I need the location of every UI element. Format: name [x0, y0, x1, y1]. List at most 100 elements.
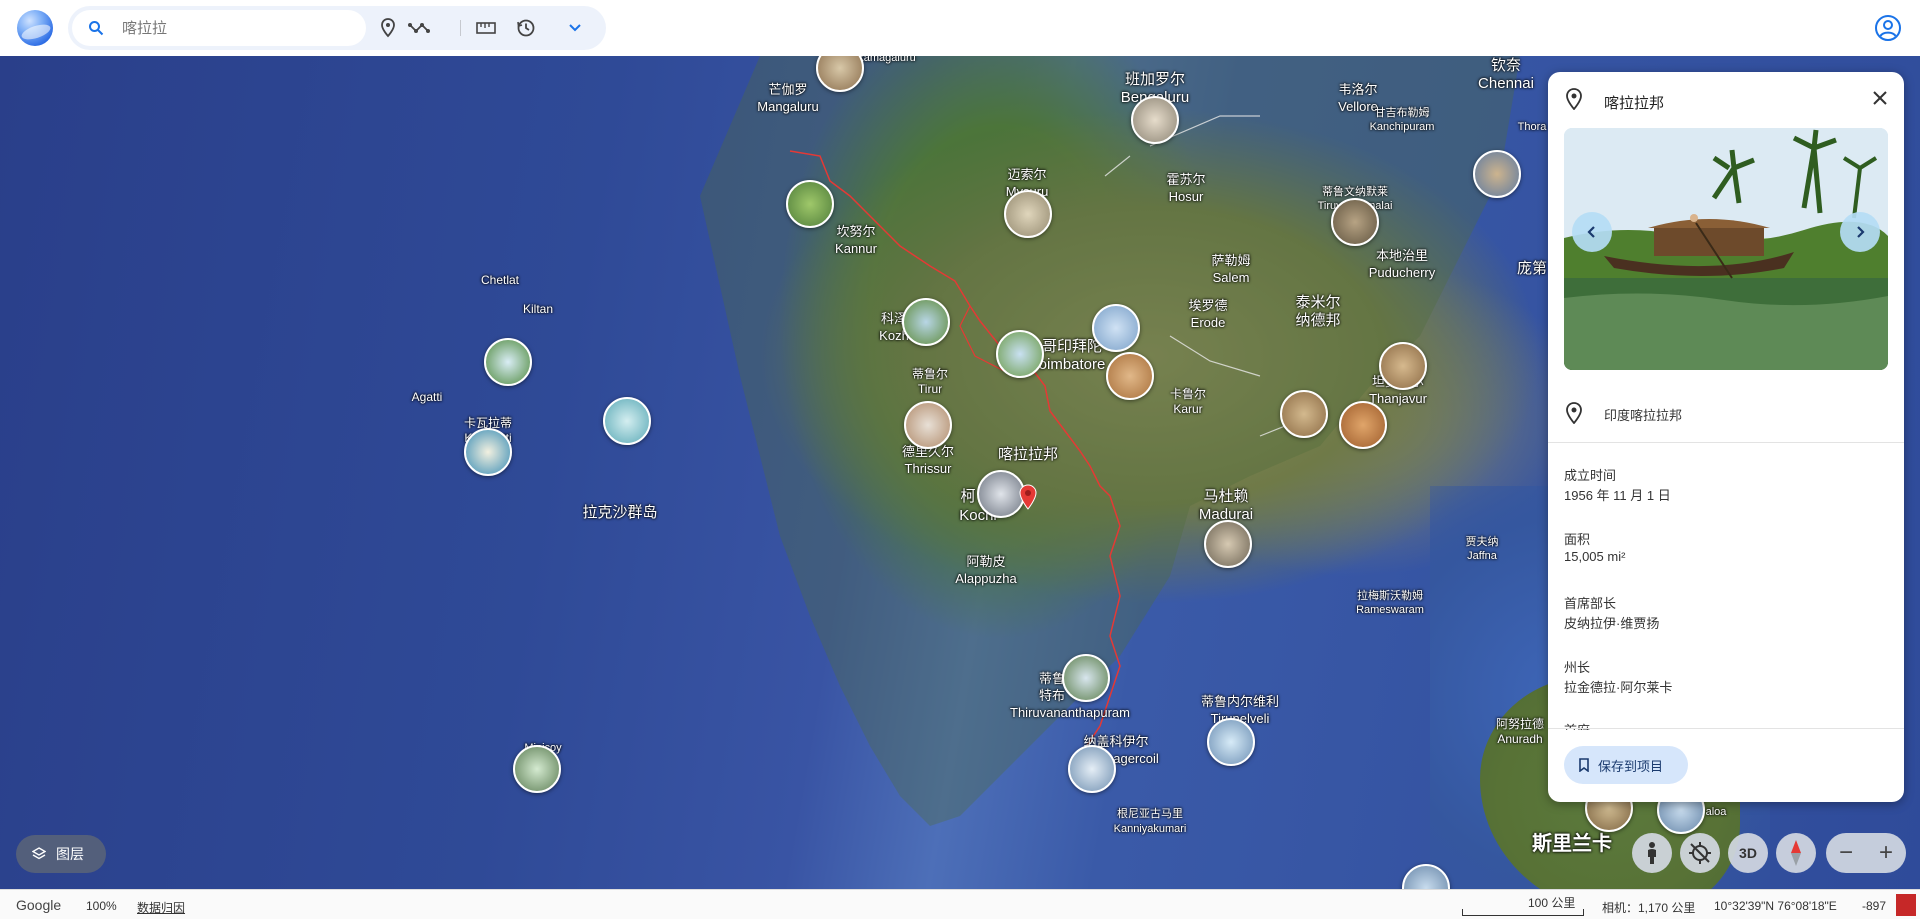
panel-divider — [1548, 728, 1904, 729]
label-madurai-cn: 马杜赖 — [1203, 488, 1249, 505]
chevron-down-icon[interactable] — [563, 16, 587, 40]
label-chennai: Chennai — [1478, 75, 1534, 92]
photo-marker[interactable] — [1062, 654, 1110, 702]
toggle-3d-button[interactable]: 3D — [1728, 833, 1768, 873]
photo-marker[interactable] — [1207, 718, 1255, 766]
report-flag-icon[interactable] — [1896, 894, 1916, 916]
label-pondicherry-cn: 庞第 — [1516, 260, 1548, 277]
place-address: 印度喀拉拉邦 — [1604, 408, 1683, 423]
photo-marker[interactable] — [1092, 304, 1140, 352]
draw-path-icon[interactable] — [408, 16, 432, 40]
photo-marker[interactable] — [1204, 520, 1252, 568]
photo-marker[interactable] — [996, 330, 1044, 378]
label-coimbatore: oimbatore — [1038, 356, 1106, 373]
label-tirur-cn: 蒂鲁尔 — [911, 367, 949, 381]
label-kanniyakumari-cn: 根尼亚古马里 — [1117, 808, 1183, 820]
houseboat-photo-illustration — [1564, 128, 1888, 370]
label-thrissur: Thrissur — [904, 461, 952, 476]
photo-marker[interactable] — [904, 401, 952, 449]
place-info-panel: 喀拉拉邦 印度喀拉拉邦 成立时间 1956 年 11 月 1 日 面积 15,0… — [1548, 72, 1904, 802]
account-icon[interactable] — [1874, 14, 1902, 42]
photo-marker[interactable] — [1106, 352, 1154, 400]
label-thiruvananthapuram: Thiruvananthapuram — [1010, 705, 1130, 720]
status-bar: Google 100% 数据归因 100 公里 相机：1,170 公里 10°3… — [0, 889, 1920, 919]
label-hosur-cn: 霍苏尔 — [1166, 172, 1206, 187]
label-mangaluru-cn: 芒伽罗 — [768, 82, 808, 97]
photo-marker[interactable] — [1473, 150, 1521, 198]
photo-marker[interactable] — [484, 338, 532, 386]
zoom-out-button[interactable]: − — [1826, 837, 1866, 869]
photo-marker[interactable] — [464, 428, 512, 476]
data-attribution-link[interactable]: 数据归因 — [137, 899, 185, 916]
label-kanchipuram: Kanchipuram — [1369, 121, 1435, 133]
street-view-pegman-button[interactable] — [1632, 833, 1672, 873]
label-salem-cn: 萨勒姆 — [1211, 253, 1251, 268]
label-puducherry-cn: 本地治里 — [1375, 248, 1429, 263]
search-box[interactable] — [72, 10, 366, 46]
label-tamil-nadu-cn: 泰米尔 — [1295, 294, 1341, 311]
photo-marker[interactable] — [1379, 342, 1427, 390]
label-nagercoil: agercoil — [1113, 751, 1159, 766]
panel-divider — [1548, 442, 1904, 443]
label-karur: Karur — [1173, 402, 1203, 416]
photo-marker[interactable] — [786, 180, 834, 228]
label-kanniyakumari: Kanniyakumari — [1113, 823, 1187, 835]
label-mangaluru: Mangaluru — [757, 99, 819, 114]
carousel-next-button[interactable] — [1840, 212, 1880, 252]
photo-marker[interactable] — [513, 745, 561, 793]
save-to-project-button[interactable]: 保存到项目 — [1564, 746, 1688, 784]
photo-marker[interactable] — [603, 397, 651, 445]
selected-location-pin-icon[interactable] — [1019, 484, 1037, 510]
label-tamil-nadu-cn2: 纳德邦 — [1295, 312, 1341, 329]
label-jaffna: Jaffna — [1467, 550, 1497, 562]
google-brand: Google — [16, 897, 62, 913]
measure-ruler-icon[interactable] — [474, 16, 498, 40]
zoom-control: − + — [1826, 833, 1906, 873]
zoom-in-button[interactable]: + — [1866, 837, 1906, 869]
label-anuradhapura-cn: 阿努拉德 — [1495, 717, 1545, 731]
label-vellore-cn: 韦洛尔 — [1338, 82, 1378, 97]
search-icon[interactable] — [88, 20, 104, 36]
label-chennai-cn: 钦奈 — [1490, 57, 1522, 74]
location-off-button[interactable] — [1680, 833, 1720, 873]
photo-marker[interactable] — [1131, 96, 1179, 144]
photo-marker[interactable] — [902, 298, 950, 346]
address-pin-icon — [1566, 402, 1582, 424]
scale-label: 100 公里 — [1528, 896, 1576, 910]
photo-marker[interactable] — [1280, 390, 1328, 438]
label-thanjavur: Thanjavur — [1369, 391, 1427, 406]
fact-value: 皮纳拉伊·维贾扬 — [1564, 616, 1660, 631]
camera-altitude: 相机：1,170 公里 — [1602, 901, 1696, 915]
label-kiltan: Kiltan — [522, 302, 554, 316]
label-thiruvananthapuram-cn2: 特布 — [1038, 688, 1066, 703]
label-bengaluru-cn: 班加罗尔 — [1124, 71, 1186, 88]
chevron-right-icon — [1857, 226, 1865, 238]
label-alappuzha: Alappuzha — [955, 571, 1017, 586]
layers-icon — [32, 847, 46, 860]
photo-marker[interactable] — [1339, 401, 1387, 449]
photo-marker[interactable] — [1068, 745, 1116, 793]
label-kannur: Kannur — [835, 241, 877, 256]
label-lakshadweep-cn: 拉克沙群岛 — [582, 504, 658, 521]
label-tirunelveli-cn: 蒂鲁内尔维利 — [1200, 694, 1280, 709]
photo-marker[interactable] — [1331, 198, 1379, 246]
label-kerala-cn: 喀拉拉邦 — [997, 446, 1059, 463]
chevron-left-icon — [1587, 226, 1595, 238]
photo-marker[interactable] — [977, 470, 1025, 518]
carousel-prev-button[interactable] — [1572, 212, 1612, 252]
photo-marker[interactable] — [1004, 190, 1052, 238]
search-input[interactable] — [122, 16, 352, 40]
zoom-level: 100% — [86, 899, 117, 913]
compass-button[interactable] — [1776, 833, 1816, 873]
location-off-icon — [1689, 842, 1711, 864]
fact-label: 成立时间 — [1564, 468, 1617, 483]
fact-label: 面积 — [1564, 532, 1591, 547]
history-icon[interactable] — [514, 16, 538, 40]
google-earth-logo-icon[interactable] — [17, 10, 53, 46]
label-anuradhapura: Anuradh — [1497, 732, 1543, 746]
close-icon[interactable] — [1870, 88, 1890, 108]
layers-button[interactable]: 图层 — [16, 835, 106, 873]
add-placemark-icon[interactable] — [376, 16, 400, 40]
label-tirur: Tirur — [917, 382, 943, 396]
label-coimbatore-cn: 哥印拜陀 — [1041, 338, 1103, 355]
